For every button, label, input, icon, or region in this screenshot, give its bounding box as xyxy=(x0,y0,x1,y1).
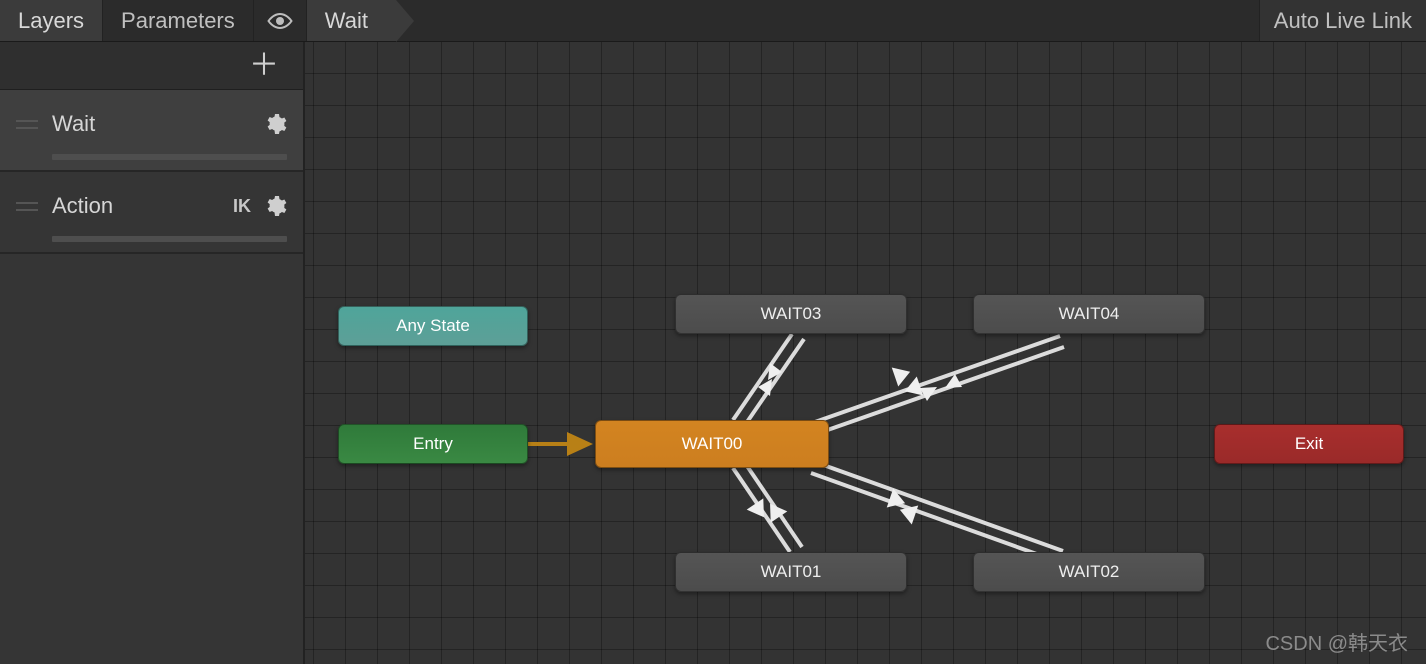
gear-icon[interactable] xyxy=(263,194,287,218)
watermark: CSDN @韩天衣 xyxy=(1265,627,1408,656)
auto-live-link-button[interactable]: Auto Live Link xyxy=(1259,0,1426,41)
visibility-toggle[interactable] xyxy=(254,0,307,41)
node-wait04[interactable]: WAIT04 xyxy=(973,294,1205,334)
layer-item-wait[interactable]: Wait xyxy=(0,90,303,172)
node-wait02[interactable]: WAIT02 xyxy=(973,552,1205,592)
layer-name: Wait xyxy=(52,111,263,137)
node-wait01[interactable]: WAIT01 xyxy=(675,552,907,592)
layer-weight-bar xyxy=(52,154,287,160)
layers-panel: ＋ Wait Action IK xyxy=(0,42,305,664)
node-wait00[interactable]: WAIT00 xyxy=(595,420,829,468)
breadcrumb[interactable]: Wait xyxy=(307,0,396,41)
drag-handle-icon[interactable] xyxy=(16,116,38,132)
tab-layers[interactable]: Layers xyxy=(0,0,103,41)
layers-panel-header: ＋ xyxy=(0,42,303,90)
panel-tabs: Layers Parameters xyxy=(0,0,307,41)
node-any-state[interactable]: Any State xyxy=(338,306,528,346)
tab-parameters[interactable]: Parameters xyxy=(103,0,254,41)
layer-weight-bar xyxy=(52,236,287,242)
graph-canvas[interactable]: Any State Entry WAIT00 WAIT03 WAIT04 WAI… xyxy=(305,42,1426,664)
eye-icon xyxy=(266,11,294,31)
add-layer-button[interactable]: ＋ xyxy=(249,51,279,81)
drag-handle-icon[interactable] xyxy=(16,198,38,214)
layer-name: Action xyxy=(52,193,233,219)
node-exit[interactable]: Exit xyxy=(1214,424,1404,464)
top-bar: Layers Parameters Wait Auto Live Link xyxy=(0,0,1426,42)
gear-icon[interactable] xyxy=(263,112,287,136)
layer-item-action[interactable]: Action IK xyxy=(0,172,303,254)
node-entry[interactable]: Entry xyxy=(338,424,528,464)
node-wait03[interactable]: WAIT03 xyxy=(675,294,907,334)
ik-badge: IK xyxy=(233,196,251,217)
